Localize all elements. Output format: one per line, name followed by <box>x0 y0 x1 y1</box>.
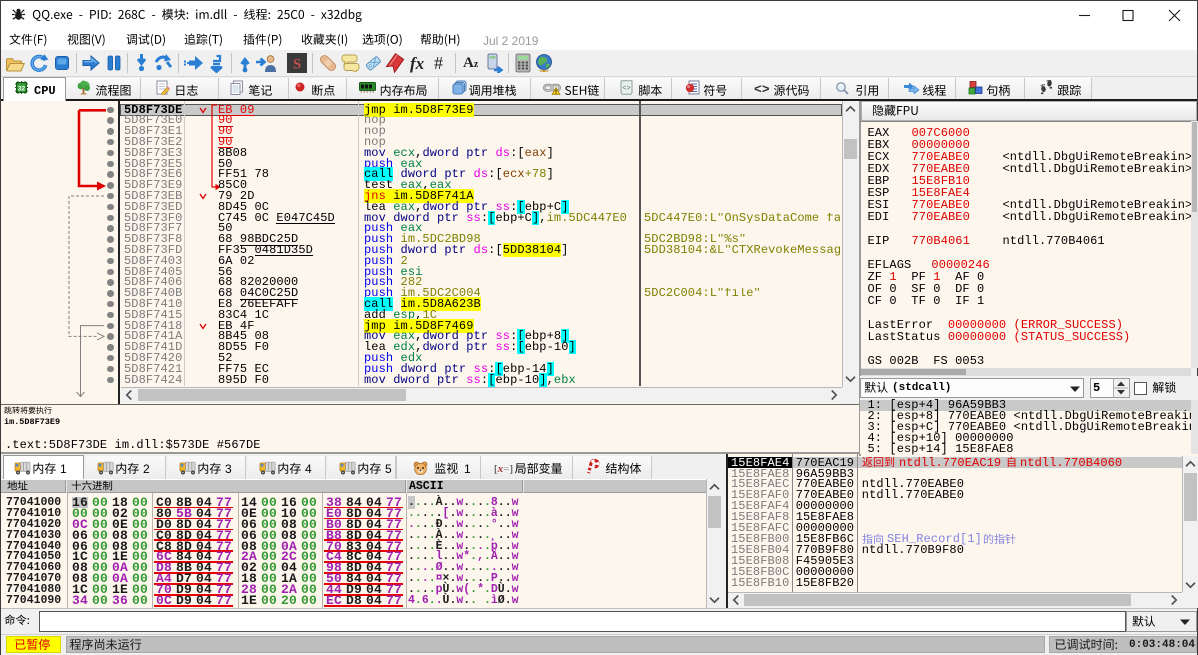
svg-text:!: ! <box>555 90 557 95</box>
svg-text:<>: <> <box>622 85 630 93</box>
svg-text:S: S <box>293 57 301 73</box>
svg-text:32: 32 <box>18 86 26 93</box>
